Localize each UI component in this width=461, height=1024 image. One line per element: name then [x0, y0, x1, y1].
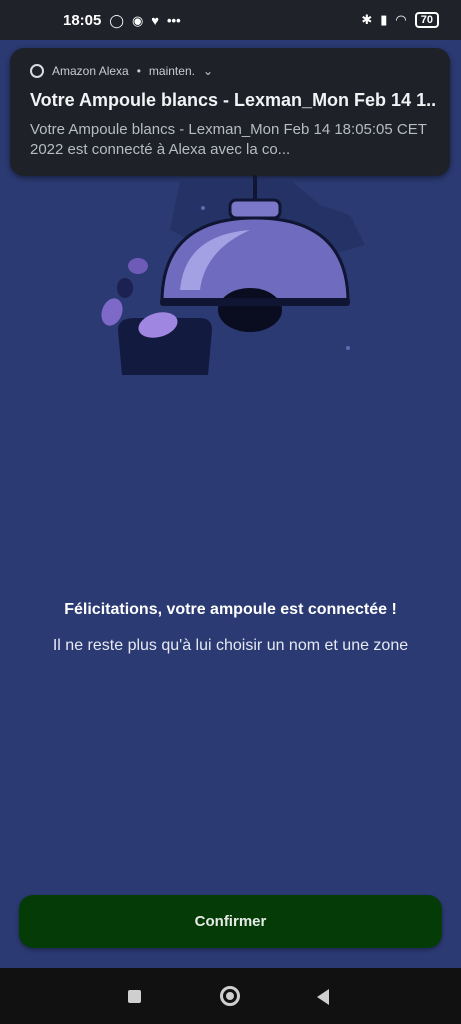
bluetooth-icon: ✱ — [361, 12, 373, 27]
success-title: Félicitations, votre ampoule est connect… — [64, 601, 397, 618]
alexa-logo-icon — [30, 64, 44, 78]
success-message: Félicitations, votre ampoule est connect… — [20, 598, 441, 660]
notification-app-name: Amazon Alexa — [52, 64, 129, 78]
twitter-icon: ♥ — [151, 13, 159, 28]
recent-apps-icon[interactable] — [128, 990, 141, 1003]
status-right: ✱ ▮ ◠ 70 — [361, 12, 439, 28]
status-bar: 18:05 ◯ ◉ ♥ ••• ✱ ▮ ◠ 70 — [0, 0, 461, 40]
navigation-bar — [0, 968, 461, 1024]
lamp-bulb — [218, 288, 282, 332]
success-subtitle: Il ne reste plus qu'à lui choisir un nom… — [52, 637, 409, 654]
more-icon: ••• — [167, 13, 181, 28]
circle-notification-icon: ◯ — [109, 12, 124, 28]
back-icon[interactable] — [317, 989, 329, 1005]
notification-separator: • — [136, 64, 141, 78]
chevron-down-icon[interactable]: ⌄ — [203, 64, 213, 78]
notification-body: Votre Ampoule blancs - Lexman_Mon Feb 14… — [30, 121, 427, 158]
lamp-illustration — [101, 175, 365, 375]
messenger-icon: ◉ — [131, 12, 144, 28]
battery-icon: 70 — [414, 12, 439, 28]
notification-title: Votre Ampoule blancs - Lexman_Mon Feb 14… — [30, 90, 437, 110]
home-icon[interactable] — [220, 986, 240, 1006]
status-time: 18:05 — [63, 12, 102, 29]
notification-time: mainten. — [148, 64, 195, 78]
status-left: 18:05 ◯ ◉ ♥ ••• — [63, 12, 181, 29]
wifi-icon: ◠ — [395, 12, 407, 27]
signal-icon: ▮ — [380, 12, 388, 27]
alexa-notification[interactable]: Amazon Alexa • mainten. ⌄ Votre Ampoule … — [10, 48, 450, 176]
sparkle-2 — [346, 346, 350, 350]
plant-leaf-4 — [117, 278, 133, 298]
sparkle-1 — [201, 206, 205, 210]
lamp-cap — [228, 198, 282, 220]
lamp-rim — [160, 298, 350, 306]
notification-header: Amazon Alexa • mainten. ⌄ — [30, 64, 213, 78]
confirm-button[interactable]: Confirmer — [19, 895, 442, 948]
plant-leaf-3 — [128, 258, 148, 274]
